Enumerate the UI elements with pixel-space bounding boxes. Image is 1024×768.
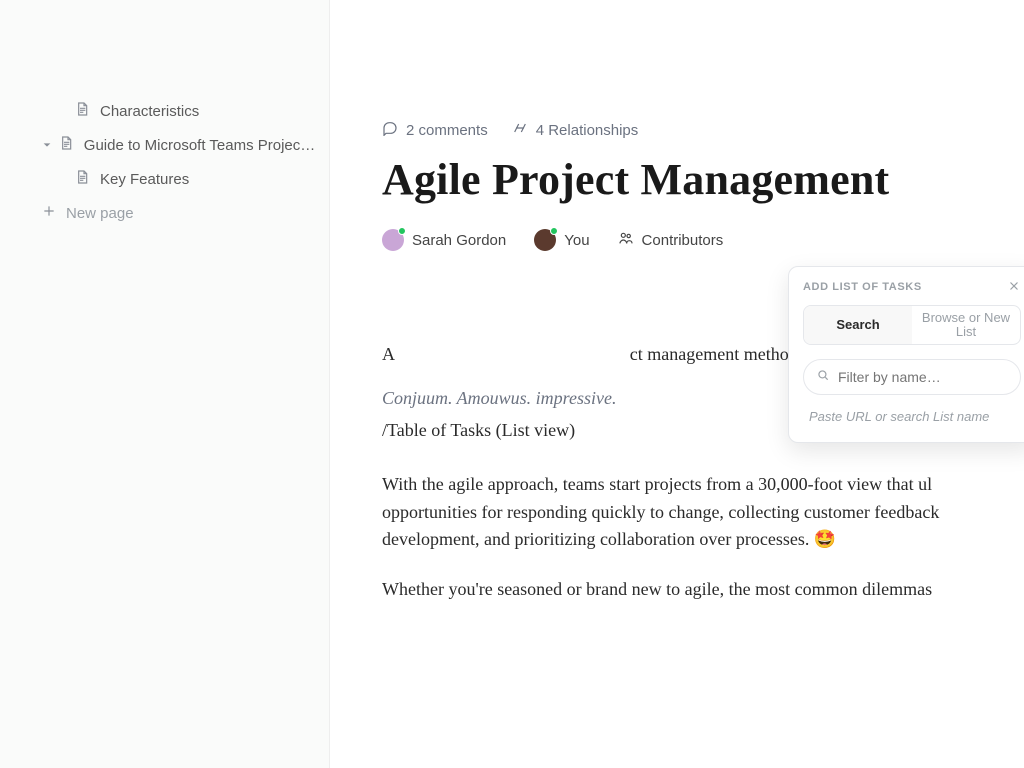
tab-browse-new-list[interactable]: Browse or New List — [912, 306, 1020, 344]
person-you[interactable]: You — [534, 229, 589, 251]
contributors-label: Contributors — [642, 232, 724, 249]
filter-input[interactable] — [838, 369, 1008, 385]
sidebar-item-label: Characteristics — [100, 103, 199, 120]
sidebar-item-guide-ms-teams[interactable]: Guide to Microsoft Teams Project… — [0, 128, 329, 162]
add-list-popover: ADD LIST OF TASKS Search Browse or New L… — [788, 266, 1024, 443]
close-button[interactable] — [1003, 277, 1024, 299]
tab-search[interactable]: Search — [804, 306, 912, 344]
page-title: Agile Project Management — [382, 154, 1024, 205]
plus-icon — [42, 204, 56, 222]
body-paragraph-1: With the agile approach, teams start pro… — [382, 471, 1022, 555]
sidebar-new-page[interactable]: New page — [0, 196, 329, 230]
relationships-icon — [512, 120, 528, 140]
relationships-text: 4 Relationships — [536, 122, 639, 139]
people-row: Sarah Gordon You Contributors — [382, 229, 1024, 251]
app-root: Characteristics Guide to Microsoft Teams… — [0, 0, 1024, 768]
person-label: You — [564, 232, 589, 249]
body-paragraph-2: Whether you're seasoned or brand new to … — [382, 576, 1022, 604]
avatar — [382, 229, 404, 251]
sidebar-item-label: Key Features — [100, 171, 189, 188]
popover-title: ADD LIST OF TASKS — [803, 281, 1021, 293]
comment-icon — [382, 120, 398, 140]
filter-field[interactable] — [803, 359, 1021, 395]
page-icon — [74, 169, 90, 189]
sidebar-item-label: New page — [66, 205, 134, 222]
sidebar-item-key-features[interactable]: Key Features — [0, 162, 329, 196]
comments-text: 2 comments — [406, 122, 488, 139]
avatar — [534, 229, 556, 251]
page-icon — [58, 135, 74, 155]
sidebar-item-characteristics[interactable]: Characteristics — [0, 94, 329, 128]
popover-tabs: Search Browse or New List — [803, 305, 1021, 345]
search-icon — [816, 368, 830, 387]
people-icon — [618, 230, 634, 250]
person-label: Sarah Gordon — [412, 232, 506, 249]
main-pane: 2 comments 4 Relationships Agile Project… — [330, 0, 1024, 768]
comments-link[interactable]: 2 comments — [382, 120, 488, 140]
sidebar-item-label: Guide to Microsoft Teams Project… — [84, 137, 317, 154]
relationships-link[interactable]: 4 Relationships — [512, 120, 639, 140]
person-sarah[interactable]: Sarah Gordon — [382, 229, 506, 251]
sidebar: Characteristics Guide to Microsoft Teams… — [0, 0, 330, 768]
chevron-down-icon[interactable] — [42, 137, 52, 154]
page-meta-row: 2 comments 4 Relationships — [382, 120, 1024, 140]
close-icon — [1007, 279, 1021, 298]
contributors-link[interactable]: Contributors — [618, 230, 724, 250]
page-icon — [74, 101, 90, 121]
popover-hint: Paste URL or search List name — [803, 409, 1021, 424]
